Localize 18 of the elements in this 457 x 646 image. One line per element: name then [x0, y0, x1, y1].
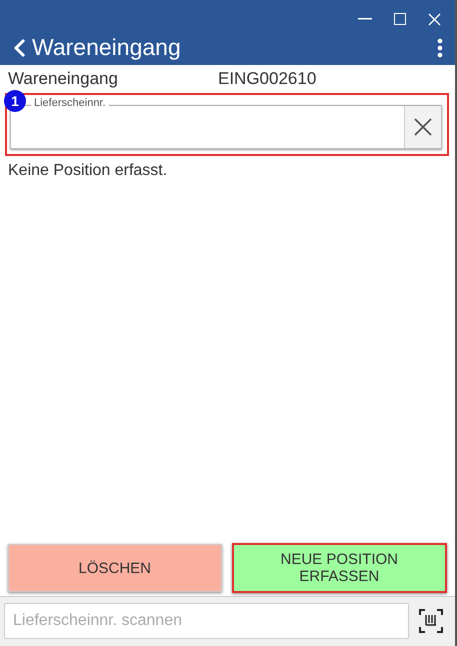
close-icon[interactable]	[428, 12, 441, 26]
scan-field[interactable]: Lieferscheinnr. scannen	[4, 603, 409, 639]
delete-button[interactable]: LÖSCHEN	[8, 544, 222, 592]
clear-button[interactable]	[404, 106, 441, 148]
delivery-note-field[interactable]	[10, 105, 442, 149]
window-title: Wareneingang	[32, 34, 182, 61]
info-label: Wareneingang	[8, 69, 119, 89]
add-position-button[interactable]: NEUE POSITION ERFASSEN	[232, 543, 447, 593]
number-badge: 1	[4, 90, 26, 112]
field-label: Lieferscheinnr.	[31, 97, 109, 109]
more-icon[interactable]	[437, 38, 443, 58]
close-icon	[414, 118, 432, 136]
back-icon[interactable]	[14, 38, 26, 58]
barcode-scan-icon[interactable]	[419, 609, 443, 633]
minimize-icon[interactable]	[358, 18, 372, 20]
maximize-icon[interactable]	[394, 13, 406, 25]
info-value: EING002610	[218, 69, 316, 89]
empty-message: Keine Position erfasst.	[8, 162, 168, 179]
